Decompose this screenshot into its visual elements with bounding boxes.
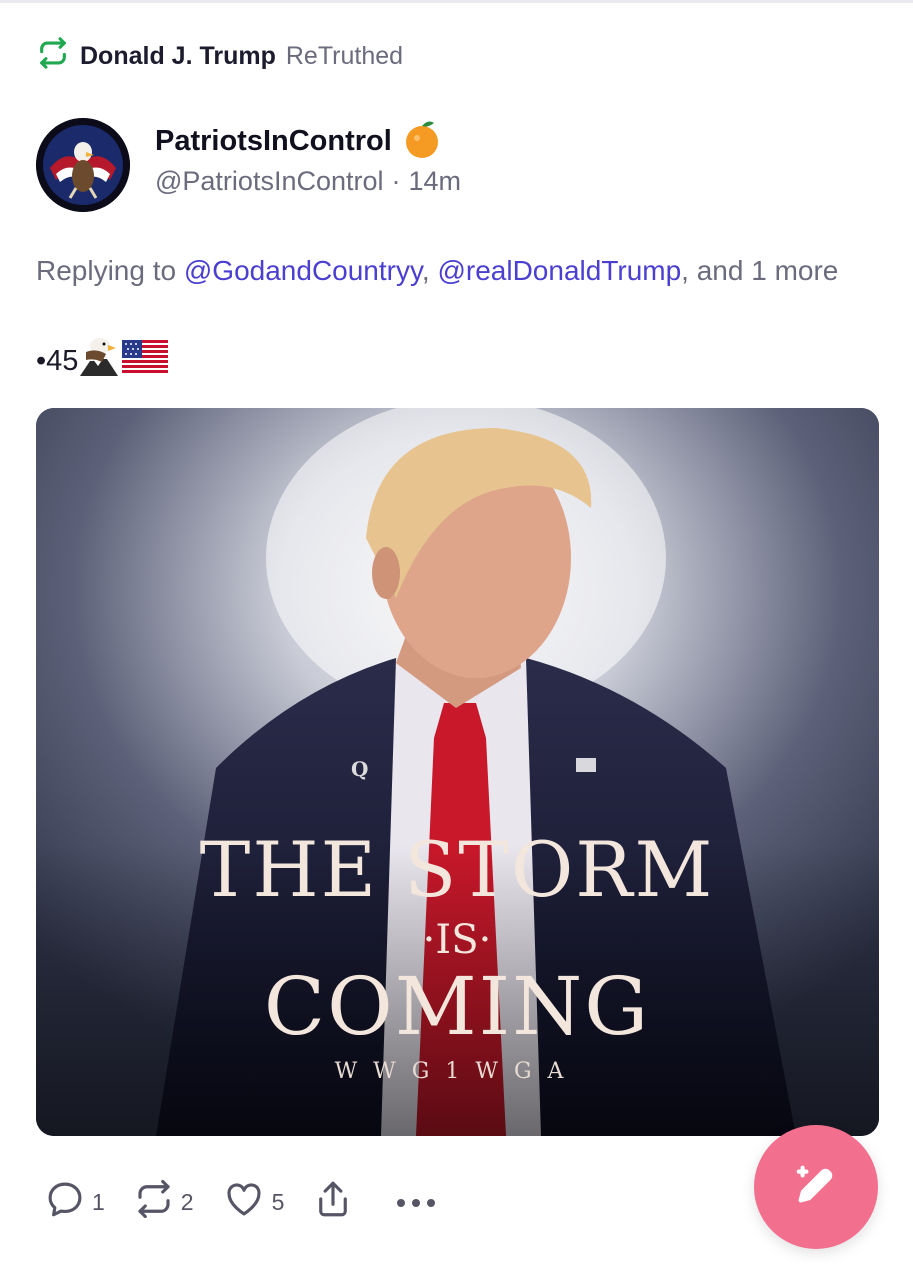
- compose-icon: [793, 1162, 839, 1213]
- image-line-4: WWG1WGA: [335, 1059, 580, 1084]
- eagle-emoji-icon: [78, 336, 120, 386]
- compose-button[interactable]: [754, 1125, 878, 1249]
- more-button[interactable]: [394, 1189, 438, 1216]
- share-button[interactable]: [312, 1178, 354, 1226]
- image-line-2: ·IS·: [423, 917, 492, 963]
- post-author[interactable]: PatriotsInControl @PatriotsInControl · 1…: [155, 120, 461, 197]
- retruth-button[interactable]: 2: [133, 1178, 194, 1226]
- reply-prefix: Replying to: [36, 255, 177, 286]
- like-button[interactable]: 5: [222, 1178, 285, 1226]
- image-line-3: COMING: [264, 960, 650, 1053]
- heart-icon: [222, 1178, 266, 1226]
- orange-badge-icon: [404, 119, 440, 164]
- mention-godandcountryy[interactable]: @GodandCountryy: [184, 255, 422, 286]
- mention-realdonaldtrump[interactable]: @realDonaldTrump: [437, 255, 681, 286]
- reply-icon: [44, 1178, 86, 1226]
- separator: ·: [391, 166, 401, 196]
- reply-more-link[interactable]: 1 more: [751, 255, 838, 286]
- retruth-header[interactable]: Donald J. Trump ReTruthed: [36, 36, 404, 77]
- retruth-icon: [36, 36, 70, 77]
- post-image[interactable]: Q THE STORM ·IS· COMING WWG1WGA: [36, 408, 879, 1136]
- retruth-action-icon: [133, 1178, 175, 1226]
- retruth-user[interactable]: Donald J. Trump: [80, 42, 276, 71]
- display-name[interactable]: PatriotsInControl: [155, 125, 392, 158]
- reply-count: 1: [92, 1188, 105, 1215]
- handle[interactable]: @PatriotsInControl: [155, 166, 384, 197]
- top-divider: [0, 0, 913, 3]
- retruth-count: 2: [180, 1188, 194, 1215]
- reply-context: Replying to @GodandCountryy, @realDonald…: [36, 248, 876, 293]
- us-flag-emoji-icon: [122, 340, 169, 382]
- reply-suffix: , and: [681, 255, 744, 286]
- more-icon: [394, 1189, 438, 1216]
- retruth-action-label: ReTruthed: [285, 41, 404, 70]
- avatar[interactable]: [36, 118, 130, 212]
- share-icon: [312, 1178, 354, 1226]
- image-line-1: THE STORM: [200, 825, 715, 914]
- post-text-value: •45: [36, 344, 79, 377]
- action-bar: 1 2 5: [44, 1178, 466, 1226]
- like-count: 5: [271, 1188, 285, 1215]
- timestamp[interactable]: 14m: [409, 166, 462, 197]
- reply-button[interactable]: 1: [44, 1178, 105, 1226]
- mention-comma: ,: [421, 255, 438, 286]
- post-text: •45: [36, 338, 169, 382]
